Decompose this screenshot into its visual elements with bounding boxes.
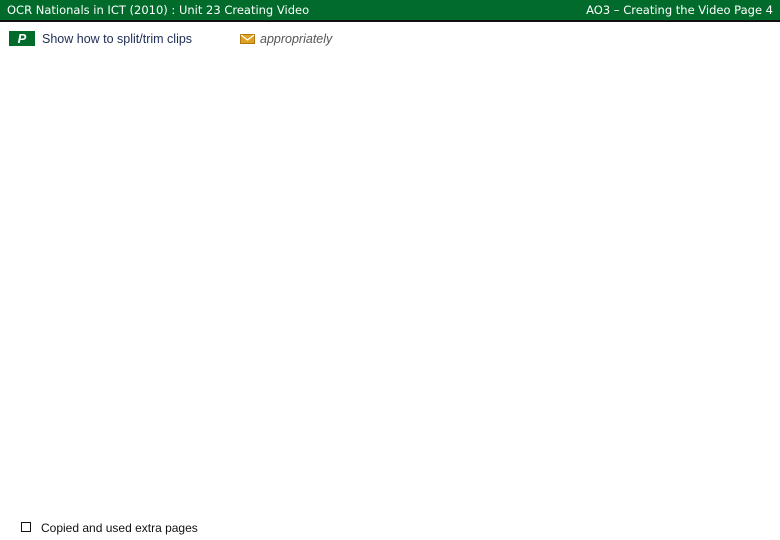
envelope-icon — [240, 34, 255, 44]
header-title: OCR Nationals in ICT (2010) : Unit 23 Cr… — [7, 3, 310, 17]
footer-row: Copied and used extra pages — [0, 519, 780, 537]
criteria-row: P Show how to split/trim clips appropria… — [0, 30, 780, 50]
pass-grade-badge: P — [9, 31, 35, 46]
pass-grade-icon: P — [18, 32, 27, 45]
header-section-page: AO3 – Creating the Video Page 4 — [586, 3, 773, 17]
extra-pages-checkbox[interactable] — [21, 522, 31, 532]
criteria-note: appropriately — [260, 32, 333, 46]
criteria-text: Show how to split/trim clips — [42, 32, 193, 46]
header-bar: OCR Nationals in ICT (2010) : Unit 23 Cr… — [0, 0, 780, 22]
svg-text:P: P — [18, 32, 27, 45]
extra-pages-label: Copied and used extra pages — [41, 521, 198, 535]
